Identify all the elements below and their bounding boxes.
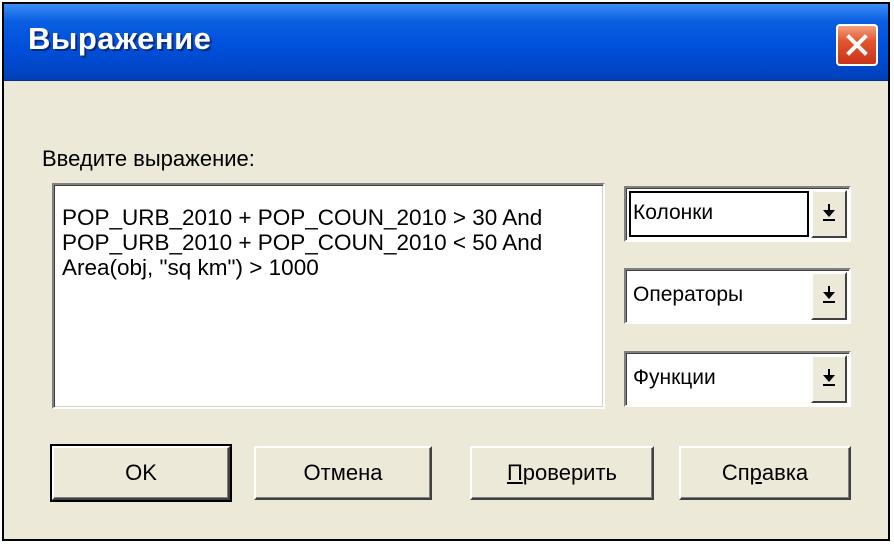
window-title: Выражение <box>28 21 212 56</box>
expression-dialog: Выражение Введите выражение: POP_URB_201… <box>2 2 890 541</box>
expression-textarea[interactable]: POP_URB_2010 + POP_COUN_2010 > 30 And PO… <box>52 183 605 409</box>
ok-button[interactable]: OK <box>50 444 232 502</box>
help-label-post: авка <box>761 460 809 485</box>
functions-dropdown-button[interactable] <box>811 355 847 403</box>
verify-accelerator: П <box>506 460 523 485</box>
help-button[interactable]: Сп р авка <box>679 446 851 500</box>
cancel-button[interactable]: Отмена <box>254 446 432 500</box>
help-label-pre: Сп <box>721 460 750 485</box>
help-accelerator: р <box>749 460 762 485</box>
dropdown-arrow-icon <box>822 284 836 309</box>
columns-dropdown-button[interactable] <box>811 190 847 238</box>
operators-dropdown-button[interactable] <box>811 272 847 320</box>
functions-dropdown-value[interactable]: Функции <box>629 356 809 402</box>
dialog-body: Введите выражение: POP_URB_2010 + POP_CO… <box>4 81 888 539</box>
close-button[interactable] <box>836 24 878 66</box>
close-icon <box>845 33 869 57</box>
verify-label-post: роверить <box>522 460 618 485</box>
expression-prompt-label: Введите выражение: <box>42 146 255 171</box>
verify-button[interactable]: Проверить <box>470 446 654 500</box>
columns-dropdown-value[interactable]: Колонки <box>629 191 809 237</box>
dropdown-arrow-icon <box>822 367 836 392</box>
title-bar[interactable]: Выражение <box>4 4 888 81</box>
operators-dropdown-value[interactable]: Операторы <box>629 273 809 319</box>
operators-dropdown[interactable]: Операторы <box>624 268 851 324</box>
columns-dropdown[interactable]: Колонки <box>624 186 851 242</box>
functions-dropdown[interactable]: Функции <box>624 351 851 407</box>
dropdown-arrow-icon <box>822 202 836 227</box>
